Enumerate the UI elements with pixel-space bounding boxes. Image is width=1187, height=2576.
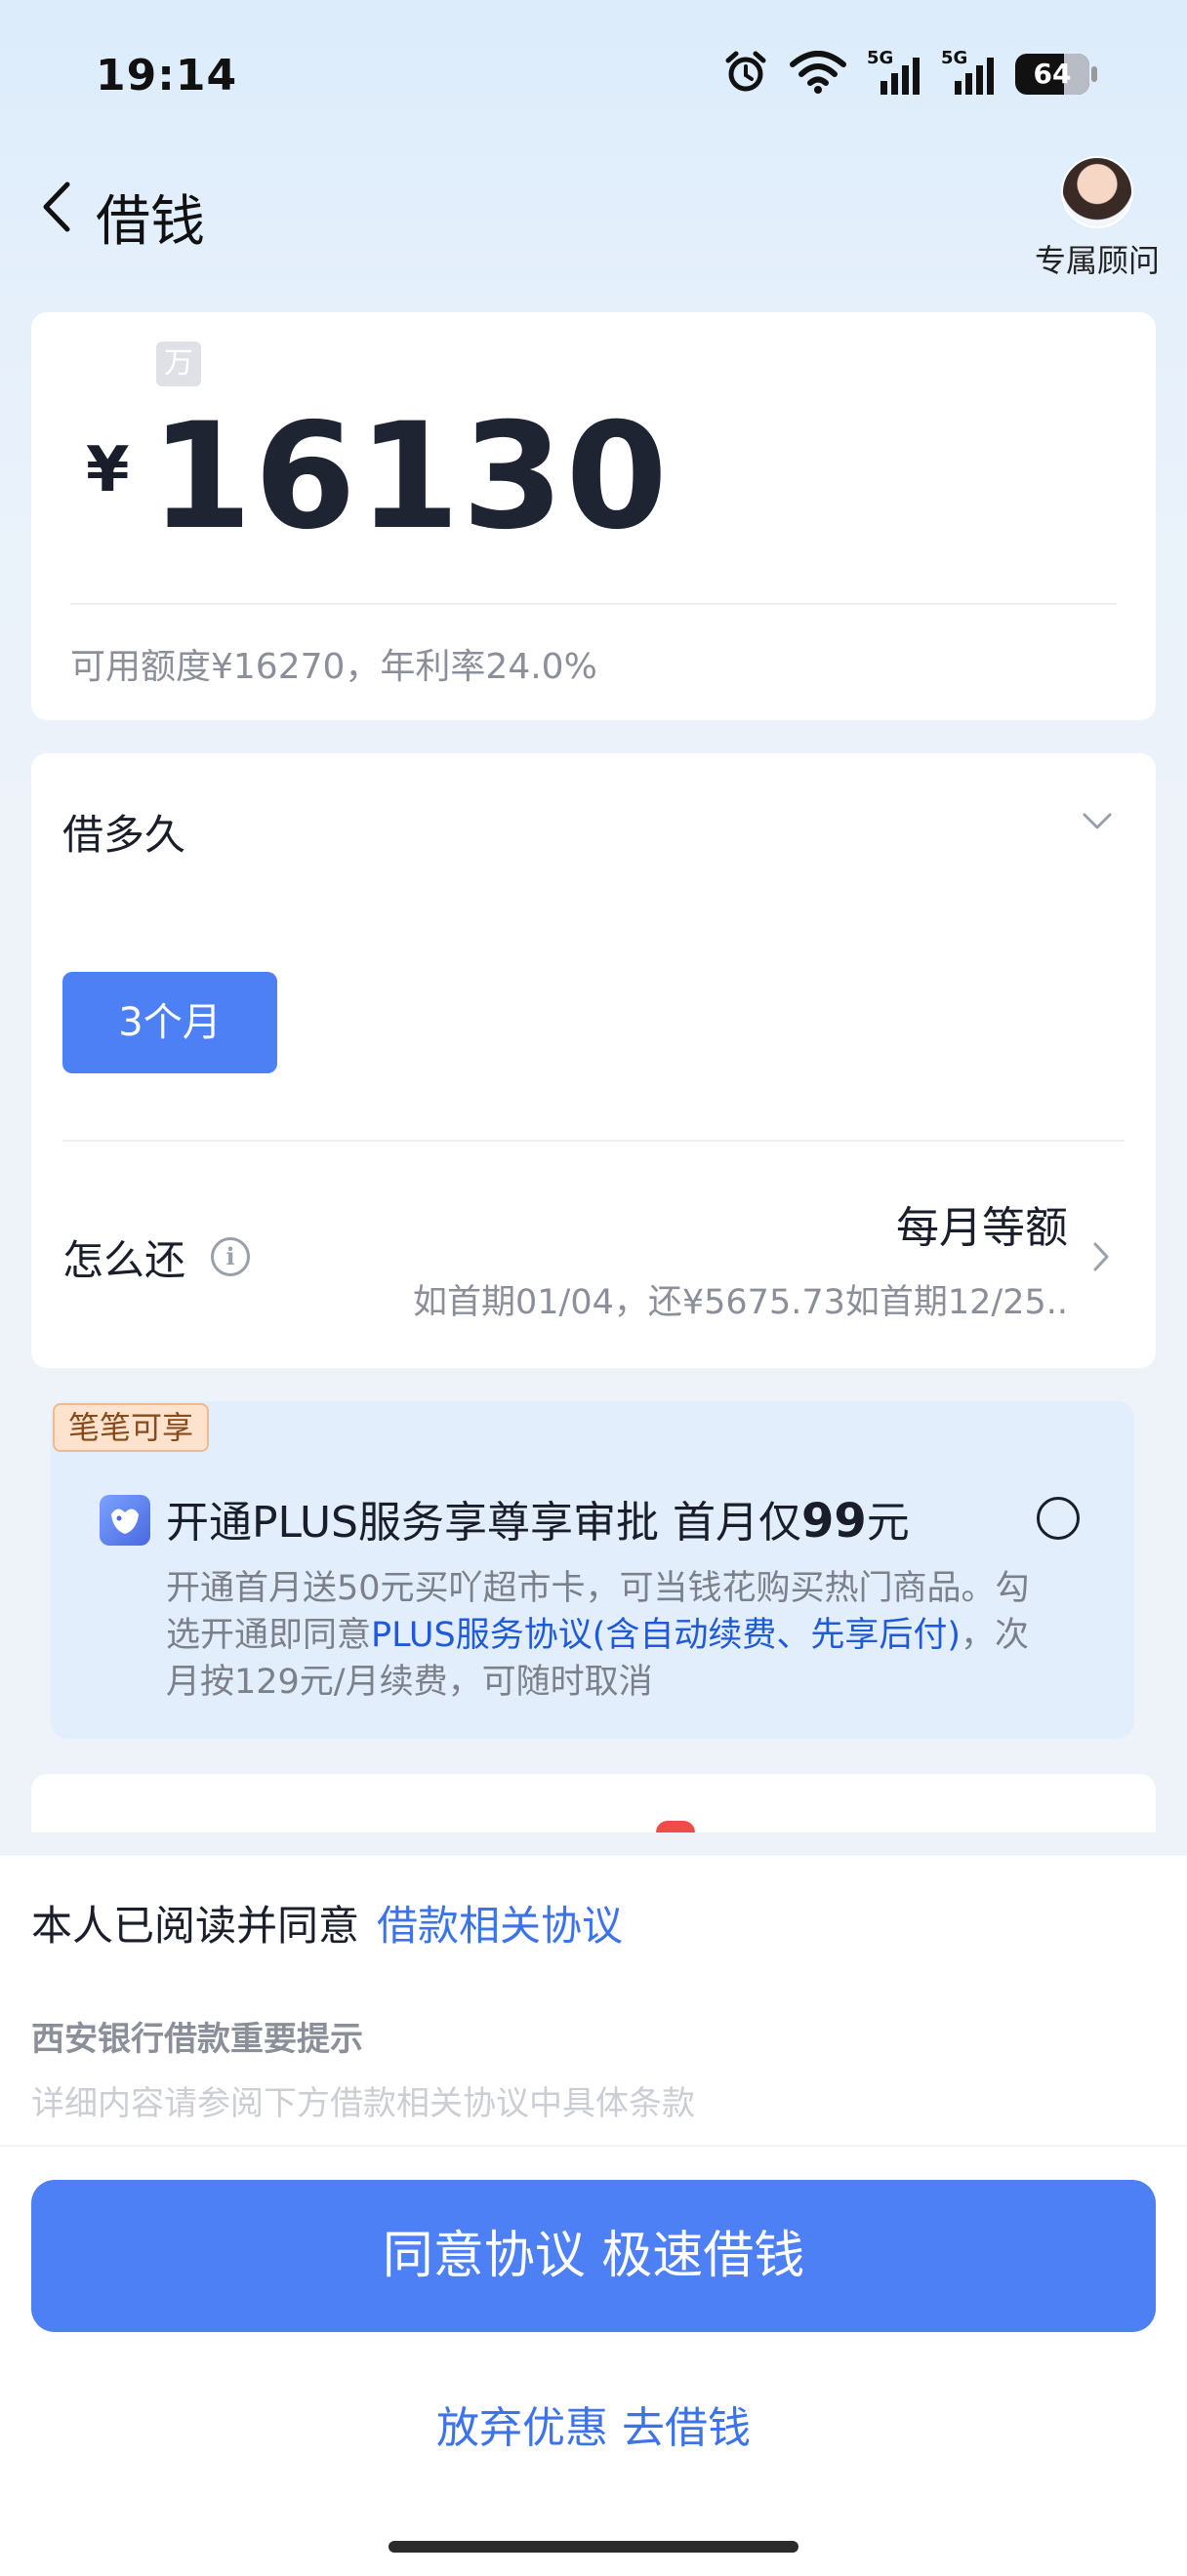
back-button[interactable] (35, 178, 78, 236)
currency-symbol: ¥ (86, 434, 130, 506)
status-time: 19:14 (96, 51, 238, 101)
battery-level: 64 (1033, 58, 1072, 90)
advisor-button[interactable]: 专属顾问 (1029, 156, 1166, 281)
term-title: 借多久 (62, 811, 186, 859)
page-title: 借钱 (96, 190, 205, 254)
loan-agreement-link[interactable]: 借款相关协议 (377, 1902, 623, 1950)
unit-tag: 万 (156, 342, 201, 386)
limit-info: 可用额度¥16270，年利率24.0% (70, 647, 597, 687)
plus-title-main: 开通PLUS服务享尊享审批 首月仅 (166, 1498, 801, 1548)
plus-radio-button[interactable] (1037, 1497, 1080, 1540)
repay-detail: 如首期01/04，还¥5675.73如首期12/25.. (413, 1283, 1068, 1322)
plus-service-card[interactable]: 笔笔可享 开通PLUS服务享尊享审批 首月仅99元 开通首月送50元买吖超市卡，… (51, 1401, 1134, 1739)
status-icons: 5G 5G 64 (722, 48, 1097, 100)
wifi-icon (789, 51, 847, 98)
info-icon[interactable]: i (211, 1237, 250, 1276)
advisor-label: 专属顾问 (1034, 242, 1160, 279)
amount-input[interactable]: 16130 (150, 392, 670, 562)
signal-5g-icon: 5G (941, 48, 996, 97)
avatar (1061, 156, 1133, 228)
notice-title: 西安银行借款重要提示 (31, 2020, 363, 2059)
divider (0, 2145, 1187, 2147)
signal-5g-icon: 5G (867, 48, 921, 97)
plus-price: 99 (800, 1494, 867, 1549)
home-indicator[interactable] (389, 2541, 798, 2553)
plus-title: 开通PLUS服务享尊享审批 首月仅99元 (166, 1487, 910, 1550)
amount-card: 万 ¥ 16130 可用额度¥16270，年利率24.0% (31, 312, 1156, 720)
agreement-row: 本人已阅读并同意 借款相关协议 (31, 1893, 623, 1952)
term-expand-button[interactable] (1082, 812, 1113, 835)
peek-dot (656, 1821, 695, 1832)
repay-detail-button[interactable] (1091, 1241, 1111, 1276)
agree-and-borrow-button[interactable]: 同意协议 极速借钱 (31, 2180, 1156, 2332)
notice-text: 详细内容请参阅下方借款相关协议中具体条款 (31, 2084, 695, 2123)
skip-offer-borrow-link[interactable]: 放弃优惠 去借钱 (0, 2393, 1187, 2455)
plus-price-unit: 元 (866, 1498, 910, 1548)
repay-label: 怎么还 (62, 1236, 186, 1284)
plus-agreement-link[interactable]: PLUS服务协议(含自动续费、先享后付) (371, 1616, 961, 1655)
term-card: 借多久 3个月 怎么还 i 每月等额 如首期01/04，还¥5675.73如首期… (31, 753, 1156, 1368)
plus-description: 开通首月送50元买吖超市卡，可当钱花购买热门商品。勾选开通即同意PLUS服务协议… (166, 1565, 1044, 1706)
divider (62, 1140, 1125, 1142)
plus-logo-icon (100, 1495, 150, 1546)
chevron-down-icon (1083, 813, 1112, 829)
plus-badge: 笔笔可享 (53, 1403, 210, 1452)
agree-text: 本人已阅读并同意 (31, 1902, 360, 1950)
repay-method[interactable]: 每月等额 (896, 1192, 1068, 1255)
chevron-right-icon (1093, 1242, 1109, 1271)
term-option-3-months[interactable]: 3个月 (62, 972, 277, 1073)
chevron-left-icon (43, 181, 70, 232)
divider (70, 603, 1117, 605)
alarm-icon (722, 49, 769, 100)
bottom-sheet: 本人已阅读并同意 借款相关协议 西安银行借款重要提示 详细内容请参阅下方借款相关协… (0, 1856, 1187, 2576)
status-bar: 19:14 5G 5G 64 (0, 0, 1187, 156)
nav-header: 借钱 专属顾问 (0, 156, 1187, 293)
battery-icon: 64 (1015, 54, 1097, 95)
peek-card (31, 1774, 1156, 1832)
